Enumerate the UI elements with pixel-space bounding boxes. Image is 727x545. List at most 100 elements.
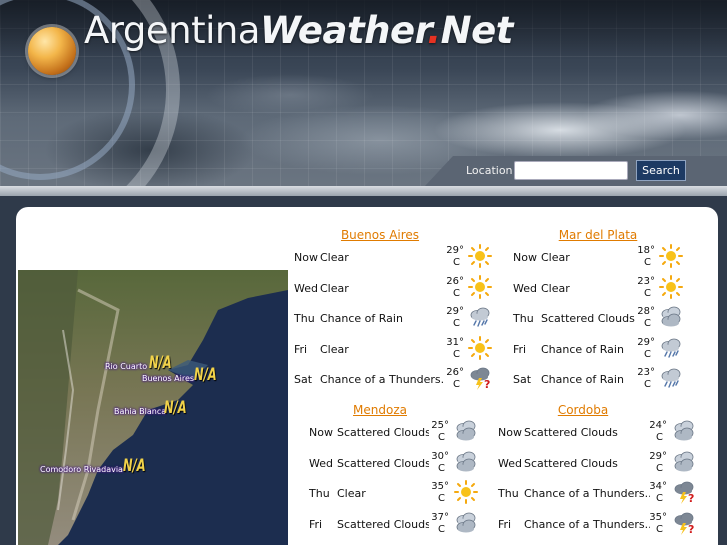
svg-text:?: ? <box>484 378 490 390</box>
forecast-day: Now <box>498 426 522 439</box>
temperature-unit: C <box>453 348 460 360</box>
forecast-day: Fri <box>294 342 308 356</box>
forecast-day: Wed <box>309 456 333 470</box>
clouds-icon <box>456 512 476 533</box>
forecast-condition: Chance of a Thunders... <box>320 373 444 387</box>
temperature-value: 35° <box>649 511 667 523</box>
forecast-day: Thu <box>513 312 534 326</box>
temperature-value: 18° <box>637 245 655 256</box>
forecast-temperature: 26° C <box>442 367 464 391</box>
temperature-unit: C <box>656 462 663 474</box>
temperature-unit: C <box>656 432 663 443</box>
forecast-day: Fri <box>513 342 527 356</box>
forecast-temperature: 29° C <box>442 245 464 269</box>
city-link-buenos-aires[interactable]: Buenos Aires <box>341 228 419 242</box>
temperature-value: 37° <box>431 511 449 523</box>
temperature-unit: C <box>644 287 651 299</box>
temperature-unit: C <box>644 348 651 360</box>
forecast-condition: Scattered Clouds <box>337 426 429 439</box>
map-label-bahia-blanca[interactable]: Bahia Blanca <box>114 407 166 416</box>
forecast-temperature: 29° C <box>645 451 667 475</box>
temperature-unit: C <box>438 462 445 474</box>
forecast-row: Thu Clear 35° C <box>309 479 480 509</box>
forecast-row: Thu Scattered Clouds 28° C <box>513 304 685 334</box>
rain-icon <box>470 307 490 327</box>
sun-icon <box>468 274 492 299</box>
temperature-unit: C <box>453 287 460 299</box>
sun-icon <box>468 335 492 360</box>
globe-icon <box>28 27 76 75</box>
city-link-mendoza[interactable]: Mendoza <box>353 403 407 417</box>
temperature-value: 35° <box>431 481 449 493</box>
temperature-unit: C <box>656 523 663 535</box>
forecast-condition: Chance of a Thunders... <box>524 487 650 501</box>
forecast-condition: Clear <box>320 342 349 356</box>
forecast-row: Sat Chance of a Thunders... 26° C? <box>294 365 494 395</box>
city-link-mar-del-plata[interactable]: Mar del Plata <box>559 228 638 242</box>
temperature-value: 23° <box>637 275 655 287</box>
map-value-comodoro-rivadavia: N/A <box>123 456 146 476</box>
forecast-condition: Scattered Clouds <box>337 517 429 531</box>
forecast-row: Wed Scattered Clouds 30° C <box>309 449 480 479</box>
temperature-value: 26° <box>446 367 464 379</box>
forecast-temperature: 34° C <box>645 481 667 505</box>
rain-icon <box>661 338 681 358</box>
map-label-buenos-aires[interactable]: Buenos Aires <box>142 374 194 383</box>
temperature-value: 28° <box>637 306 655 318</box>
location-label: Location <box>466 164 513 177</box>
forecast-condition: Scattered Clouds <box>524 456 618 470</box>
map-value-bahia-blanca: N/A <box>164 398 187 418</box>
temperature-unit: C <box>453 379 460 391</box>
forecast-temperature: 29° C <box>442 306 464 330</box>
forecast-row: Wed Clear 26° C <box>294 274 494 304</box>
forecast-row: Wed Clear 23° C <box>513 274 685 304</box>
clouds-icon <box>674 451 694 472</box>
temperature-value: 30° <box>431 450 449 462</box>
forecast-day: Thu <box>309 487 330 501</box>
forecast-condition: Scattered Clouds <box>337 456 429 470</box>
forecast-condition: Clear <box>541 281 570 295</box>
temperature-value: 23° <box>637 367 655 379</box>
map-value-buenos-aires: N/A <box>194 365 217 385</box>
forecast-day: Fri <box>309 517 323 531</box>
forecast-temperature: 18° C <box>633 245 655 269</box>
argentina-satellite-map[interactable]: Rio Cuarto N/A Buenos Aires N/A Bahia Bl… <box>18 270 288 545</box>
forecast-condition: Clear <box>320 281 349 295</box>
temperature-unit: C <box>453 318 460 330</box>
forecast-row: Fri Clear 31° C <box>294 335 494 365</box>
forecast-temperature: 37° C <box>427 512 449 536</box>
forecast-row: Wed Scattered Clouds 29° C <box>498 449 698 479</box>
forecast-condition: Clear <box>337 487 366 501</box>
rain-icon <box>661 368 681 389</box>
forecast-row: Now Scattered Clouds 25° C <box>309 418 480 448</box>
svg-text:?: ? <box>688 523 694 535</box>
location-search-input[interactable] <box>514 161 628 180</box>
forecast-day: Sat <box>294 373 313 387</box>
search-button[interactable]: Search <box>636 160 686 181</box>
thunderstorm-icon: ? <box>470 367 490 391</box>
forecast-row: Now Clear 18° C <box>513 243 685 273</box>
forecast-row: Fri Chance of Rain 29° C <box>513 335 685 365</box>
temperature-unit: C <box>644 379 651 391</box>
forecast-day: Fri <box>498 517 512 531</box>
map-label-rio-cuarto[interactable]: Rio Cuarto <box>105 362 147 371</box>
temperature-value: 24° <box>649 420 667 431</box>
temperature-value: 29° <box>637 336 655 348</box>
city-link-cordoba[interactable]: Cordoba <box>558 403 608 417</box>
forecast-condition: Scattered Clouds <box>541 312 635 326</box>
site-logo[interactable]: ArgentinaWeather.Net <box>84 9 513 59</box>
sun-icon <box>659 244 683 268</box>
forecast-condition: Chance of Rain <box>541 373 624 387</box>
temperature-unit: C <box>644 318 651 330</box>
forecast-condition: Chance of a Thunders... <box>524 517 650 531</box>
map-label-comodoro-rivadavia[interactable]: Comodoro Rivadavia <box>40 465 123 474</box>
forecast-temperature: 29° C <box>633 337 655 361</box>
forecast-day: Wed <box>513 281 537 295</box>
forecast-day: Wed <box>498 456 522 470</box>
temperature-unit: C <box>438 432 445 443</box>
forecast-day: Thu <box>498 487 519 501</box>
temperature-unit: C <box>656 493 663 505</box>
forecast-row: Now Clear 29° C <box>294 243 494 273</box>
forecast-temperature: 35° C <box>645 512 667 536</box>
forecast-temperature: 31° C <box>442 337 464 361</box>
